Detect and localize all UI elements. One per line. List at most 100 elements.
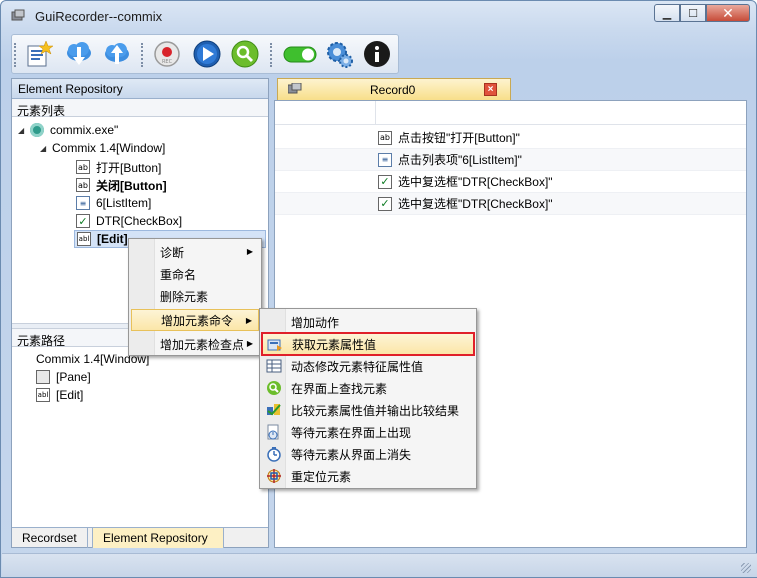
submenu-item-find-element[interactable]: 在界面上查找元素	[262, 377, 474, 399]
maximize-button[interactable]: ☐	[680, 4, 706, 22]
tree-node-window[interactable]: ◢ Commix 1.4[Window]	[40, 139, 165, 157]
annotation-highlight-box	[261, 332, 475, 356]
record-icon: REC	[154, 41, 180, 67]
checkbox-element-icon: ✓	[378, 196, 392, 211]
app-logo-icon	[11, 9, 25, 21]
svg-text:REC: REC	[162, 59, 173, 65]
submenu-item-relocate[interactable]: 重定位元素	[262, 465, 474, 487]
tree-node-label: [Edit]	[97, 232, 128, 246]
search-icon	[231, 40, 259, 68]
minimize-button[interactable]: ▁	[654, 4, 680, 22]
step-label: 选中复选框"DTR[CheckBox]"	[398, 197, 553, 211]
menu-item-label: 增加元素检查点	[160, 337, 245, 352]
toolbar-grip	[14, 43, 17, 67]
main-toolbar: REC	[11, 34, 399, 74]
tree-node-label: Commix 1.4[Window]	[52, 141, 166, 155]
tree-node-checkbox[interactable]: ✓ DTR[CheckBox]	[76, 212, 182, 230]
panel-header: Element Repository	[12, 79, 268, 99]
relocate-icon	[267, 469, 281, 483]
checkbox-element-icon: ✓	[76, 214, 90, 228]
menu-item-label: 重命名	[160, 267, 197, 282]
status-bar	[2, 553, 757, 577]
tree-node-button-open[interactable]: ab 打开[Button]	[76, 158, 161, 176]
menu-item-label: 增加元素命令	[161, 313, 234, 328]
window-controls: ▁ ☐ ✕	[654, 4, 750, 22]
record-button[interactable]: REC	[152, 39, 182, 69]
close-button[interactable]: ✕	[706, 4, 750, 22]
title-bar: GuiRecorder--commix ▁ ☐ ✕	[1, 1, 756, 31]
submenu-item-add-action[interactable]: 增加动作	[262, 311, 474, 333]
step-row[interactable]: ab 点击按钮"打开[Button]"	[275, 127, 746, 149]
info-button[interactable]	[362, 39, 392, 69]
submenu-item-modify-feature[interactable]: 动态修改元素特征属性值	[262, 355, 474, 377]
menu-item-label: 动态修改元素特征属性值	[291, 359, 424, 374]
wait-appear-icon	[267, 424, 279, 440]
download-icon	[67, 42, 91, 65]
edit-element-icon: abl	[77, 232, 91, 246]
resize-grip-icon[interactable]	[741, 563, 751, 573]
info-icon	[364, 41, 390, 67]
new-record-button[interactable]	[24, 39, 54, 69]
settings-button[interactable]	[324, 39, 354, 69]
compare-icon	[267, 404, 281, 416]
tab-recordset[interactable]: Recordset	[12, 528, 88, 548]
toggle-button[interactable]	[280, 39, 320, 69]
element-list-label: 元素列表	[12, 99, 268, 118]
path-node-pane[interactable]: [Pane]	[36, 368, 91, 386]
tree-node-app[interactable]: ◢ commix.exe"	[18, 121, 118, 139]
submenu-item-wait-appear[interactable]: 等待元素在界面上出现	[262, 421, 474, 443]
table-icon	[266, 359, 282, 373]
window-title: GuiRecorder--commix	[35, 9, 163, 24]
upload-icon	[105, 43, 129, 64]
menu-item-label: 在界面上查找元素	[291, 381, 388, 396]
menu-item-rename[interactable]: 重命名	[131, 263, 259, 285]
play-button[interactable]	[192, 39, 222, 69]
step-label: 选中复选框"DTR[CheckBox]"	[398, 175, 553, 189]
submenu-item-compare[interactable]: 比较元素属性值并输出比较结果	[262, 399, 474, 421]
close-tab-icon[interactable]: ×	[484, 83, 497, 96]
step-row[interactable]: ≡ 点击列表项"6[ListItem]"	[275, 149, 746, 171]
menu-item-delete[interactable]: 删除元素	[131, 285, 259, 307]
menu-item-label: 等待元素从界面上消失	[291, 447, 412, 462]
tree-node-label: commix.exe"	[50, 123, 119, 137]
menu-item-label: 比较元素属性值并输出比较结果	[291, 403, 460, 418]
new-record-icon	[27, 40, 54, 67]
search-button[interactable]	[230, 39, 260, 69]
step-row[interactable]: ✓ 选中复选框"DTR[CheckBox]"	[275, 193, 746, 215]
edit-element-icon: abl	[36, 388, 50, 402]
expand-triangle-icon[interactable]: ◢	[40, 144, 52, 153]
button-element-icon: ab	[76, 160, 90, 174]
expand-triangle-icon[interactable]: ◢	[18, 126, 30, 135]
app-window: GuiRecorder--commix ▁ ☐ ✕ REC Element Re…	[0, 0, 757, 578]
checkbox-element-icon: ✓	[378, 174, 392, 189]
tree-node-button-close[interactable]: ab 关闭[Button]	[76, 176, 167, 194]
toolbar-separator	[270, 43, 273, 67]
column-divider	[375, 101, 376, 125]
record-doc-icon	[288, 83, 302, 94]
submenu-arrow-icon: ▶	[246, 247, 253, 256]
menu-item-add-command[interactable]: 增加元素命令 ▶	[131, 309, 259, 331]
menu-item-label: 诊断	[160, 245, 185, 260]
tree-node-label: 打开[Button]	[96, 160, 162, 175]
tree-node-listitem[interactable]: ≡ 6[ListItem]	[76, 194, 151, 212]
tab-element-repository[interactable]: Element Repository	[92, 528, 224, 548]
pane-element-icon	[36, 370, 50, 384]
left-panel-tabs: Recordset Element Repository	[12, 527, 268, 548]
tab-record0[interactable]: Record0 ×	[277, 78, 511, 100]
listitem-element-icon: ≡	[378, 152, 392, 167]
step-label: 点击列表项"6[ListItem]"	[398, 153, 522, 167]
menu-item-label: 删除元素	[160, 289, 209, 304]
menu-item-diagnose[interactable]: 诊断 ▶	[131, 241, 259, 263]
button-element-icon: ab	[76, 178, 90, 192]
download-button[interactable]	[64, 39, 94, 69]
step-row[interactable]: ✓ 选中复选框"DTR[CheckBox]"	[275, 171, 746, 193]
upload-button[interactable]	[102, 39, 132, 69]
path-node-label: [Pane]	[56, 370, 91, 384]
path-node-edit[interactable]: abl [Edit]	[36, 386, 83, 404]
menu-item-label: 重定位元素	[291, 469, 352, 484]
submenu-arrow-icon: ▶	[246, 339, 253, 348]
submenu-item-wait-disappear[interactable]: 等待元素从界面上消失	[262, 443, 474, 465]
menu-item-add-checkpoint[interactable]: 增加元素检查点 ▶	[131, 333, 259, 355]
menu-item-label: 增加动作	[291, 315, 340, 330]
button-element-icon: ab	[378, 130, 392, 145]
